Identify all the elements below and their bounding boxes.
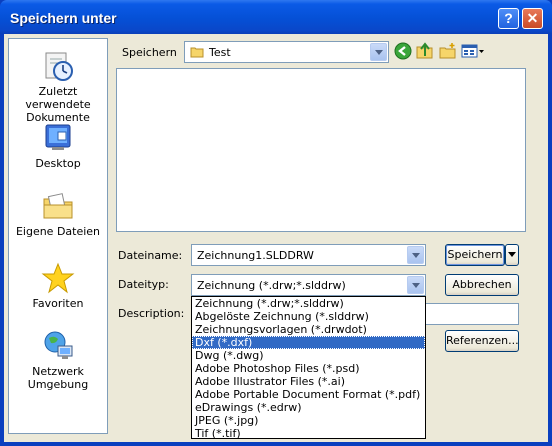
desktop-icon (41, 121, 75, 155)
cancel-button[interactable]: Abbrechen (445, 274, 519, 296)
help-button[interactable]: ? (498, 8, 519, 29)
new-folder-icon[interactable] (439, 42, 457, 60)
filename-label: Dateiname: (118, 249, 183, 262)
place-label: Favoriten (32, 297, 84, 310)
close-button[interactable]: ✕ (522, 8, 543, 29)
my-documents-icon (41, 189, 75, 223)
filename-combo[interactable]: Zeichnung1.SLDDRW (191, 244, 426, 266)
chevron-down-icon[interactable] (407, 246, 424, 264)
description-label: Description: (118, 307, 185, 320)
recent-documents-icon (41, 49, 75, 83)
view-menu-icon[interactable] (461, 42, 485, 60)
filetype-option[interactable]: Dxf (*.dxf) (192, 336, 425, 349)
save-in-combo[interactable]: Test (184, 41, 389, 63)
filetype-dropdown-list[interactable]: Zeichnung (*.drw;*.slddrw) Abgelöste Zeic… (191, 296, 426, 440)
folder-icon (190, 45, 204, 61)
save-options-chevron-down-icon[interactable] (505, 244, 519, 266)
filetype-option[interactable]: Dwg (*.dwg) (192, 349, 425, 362)
place-my-documents[interactable]: Eigene Dateien (9, 189, 107, 238)
place-network[interactable]: Netzwerk Umgebung (9, 329, 107, 391)
filetype-option[interactable]: JPEG (*.jpg) (192, 414, 425, 427)
network-icon (41, 329, 75, 363)
filetype-value: Zeichnung (*.drw;*.slddrw) (197, 279, 346, 292)
filetype-option[interactable]: Zeichnungsvorlagen (*.drwdot) (192, 323, 425, 336)
places-bar: Zuletzt verwendete Dokumente Desktop Eig… (8, 38, 108, 434)
filetype-option[interactable]: Tif (*.tif) (192, 427, 425, 440)
title-bar[interactable]: Speichern unter ? ✕ (0, 0, 552, 34)
filetype-label: Dateityp: (118, 278, 169, 291)
save-in-value: Test (209, 46, 231, 59)
favorites-star-icon (41, 261, 75, 295)
filetype-option[interactable]: Adobe Photoshop Files (*.psd) (192, 362, 425, 375)
up-folder-icon[interactable] (416, 42, 434, 60)
dialog-body: Zuletzt verwendete Dokumente Desktop Eig… (4, 34, 548, 442)
save-button[interactable]: Speichern (445, 244, 505, 266)
place-label: Netzwerk Umgebung (27, 365, 89, 391)
filetype-option[interactable]: Adobe Portable Document Format (*.pdf) (192, 388, 425, 401)
filename-input[interactable]: Zeichnung1.SLDDRW (197, 249, 314, 262)
save-in-label: Speichern (122, 46, 177, 59)
back-icon[interactable] (394, 42, 412, 60)
place-label: Eigene Dateien (15, 225, 101, 238)
filetype-option[interactable]: Abgelöste Zeichnung (*.slddrw) (192, 310, 425, 323)
save-as-dialog: Speichern unter ? ✕ Zuletzt verwendete D… (0, 0, 552, 446)
filetype-option[interactable]: Adobe Illustrator Files (*.ai) (192, 375, 425, 388)
place-label: Desktop (35, 157, 81, 170)
chevron-down-icon[interactable] (407, 276, 424, 294)
file-list[interactable] (116, 68, 526, 232)
filetype-combo[interactable]: Zeichnung (*.drw;*.slddrw) (191, 274, 426, 296)
place-desktop[interactable]: Desktop (9, 121, 107, 170)
filetype-option[interactable]: Zeichnung (*.drw;*.slddrw) (192, 297, 425, 310)
description-input[interactable] (424, 303, 519, 325)
place-favorites[interactable]: Favoriten (9, 261, 107, 310)
chevron-down-icon[interactable] (370, 43, 387, 61)
references-button[interactable]: Referenzen... (445, 330, 519, 352)
place-recent-documents[interactable]: Zuletzt verwendete Dokumente (9, 49, 107, 124)
filetype-option[interactable]: eDrawings (*.edrw) (192, 401, 425, 414)
window-title: Speichern unter (10, 10, 117, 26)
place-label: Zuletzt verwendete Dokumente (25, 85, 91, 124)
